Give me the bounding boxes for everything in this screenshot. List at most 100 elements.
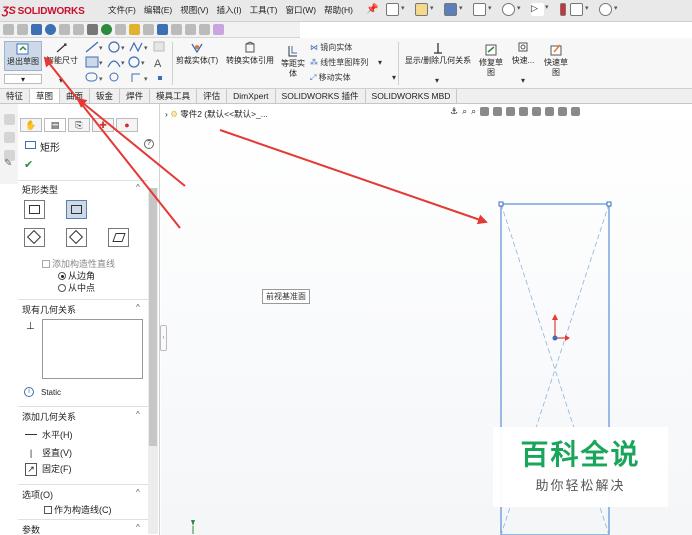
- dropdown-arrow[interactable]: ▾: [4, 74, 42, 84]
- chevron-up-icon[interactable]: ^: [136, 488, 140, 497]
- pin-icon[interactable]: 📌: [366, 4, 378, 15]
- side-icon-2[interactable]: [4, 132, 15, 143]
- scrollbar-thumb[interactable]: [149, 188, 157, 446]
- move-entities-button[interactable]: ⤢ 移动实体: [310, 72, 351, 83]
- menu-help[interactable]: 帮助(H): [320, 4, 357, 16]
- toolbar-icon-9[interactable]: [115, 24, 126, 35]
- help-icon[interactable]: ?: [144, 139, 154, 149]
- tab-features[interactable]: 特征: [0, 89, 31, 103]
- property-manager-tab-icon[interactable]: ▤: [44, 118, 66, 132]
- exit-sketch-button[interactable]: 退出草图: [4, 41, 42, 71]
- smart-dim-dropdown-icon[interactable]: ▾: [59, 76, 63, 85]
- traffic-light-icon[interactable]: [560, 3, 566, 16]
- chevron-up-icon[interactable]: ^: [136, 303, 140, 312]
- toolbar-icon-3[interactable]: [31, 24, 42, 35]
- section-view-icon[interactable]: [493, 107, 503, 116]
- tab-solidworks-addins[interactable]: SOLIDWORKS 插件: [276, 89, 366, 103]
- menu-file[interactable]: 文件(F): [104, 4, 140, 16]
- new-doc-icon[interactable]: [386, 3, 405, 16]
- display-delete-relations-button[interactable]: 显示/删除几何关系: [401, 41, 475, 75]
- horizontal-relation-button[interactable]: 水平(H): [25, 428, 73, 441]
- view-settings-monitor-icon[interactable]: [571, 107, 581, 116]
- mirror-entities-button[interactable]: ⋈ 镜向实体: [310, 42, 352, 53]
- toolbar-icon-2[interactable]: [17, 24, 28, 35]
- zoom-area-icon[interactable]: ⌕: [471, 106, 476, 117]
- from-midpoints-radio[interactable]: 从中点: [58, 281, 95, 294]
- tab-mold-tools[interactable]: 模具工具: [150, 89, 198, 103]
- toolbar-icon-8[interactable]: [101, 24, 112, 35]
- chevron-up-icon[interactable]: ^: [136, 523, 140, 532]
- side-icon-1[interactable]: [4, 114, 15, 125]
- select-cursor-icon[interactable]: ▷: [531, 3, 549, 16]
- convert-entities-button[interactable]: 转换实体引用: [222, 41, 278, 75]
- menu-window[interactable]: 窗口(W): [281, 4, 320, 16]
- toolbar-icon-12[interactable]: [157, 24, 168, 35]
- config-manager-tab-icon[interactable]: ⎘: [68, 118, 90, 132]
- tab-solidworks-mbd[interactable]: SOLIDWORKS MBD: [366, 89, 458, 103]
- toolbar-icon-1[interactable]: [3, 24, 14, 35]
- toolbar-icon-13[interactable]: [171, 24, 182, 35]
- toolbar-icon-7[interactable]: [87, 24, 98, 35]
- panel-scrollbar[interactable]: [148, 188, 158, 534]
- save-icon[interactable]: [444, 3, 463, 16]
- previous-view-icon[interactable]: [480, 107, 490, 116]
- menu-edit[interactable]: 编辑(E): [140, 4, 176, 16]
- menu-tools[interactable]: 工具(T): [246, 4, 282, 16]
- trim-entities-button[interactable]: 剪裁实体(T): [174, 41, 220, 75]
- front-plane-label[interactable]: 前视基准面: [262, 289, 310, 304]
- tab-weldments[interactable]: 焊件: [120, 89, 151, 103]
- relations-dropdown-icon[interactable]: ▾: [435, 76, 439, 85]
- toolbar-icon-4[interactable]: [45, 24, 56, 35]
- open-folder-icon[interactable]: [415, 3, 434, 16]
- panel-collapse-handle[interactable]: ›: [160, 325, 167, 351]
- print-icon[interactable]: [473, 3, 492, 16]
- toolbar-icon-14[interactable]: [185, 24, 196, 35]
- display-manager-tab-icon[interactable]: ●: [116, 118, 138, 132]
- menu-view[interactable]: 视图(V): [176, 4, 212, 16]
- tab-surfaces[interactable]: 曲面: [60, 89, 91, 103]
- move-dropdown-icon[interactable]: ▾: [392, 73, 396, 82]
- chevron-up-icon[interactable]: ^: [136, 183, 140, 192]
- display-style-icon[interactable]: [519, 107, 529, 116]
- fix-relation-button[interactable]: ↗ 固定(F): [25, 462, 72, 476]
- add-construction-checkbox[interactable]: [42, 260, 50, 268]
- toolbar-icon-11[interactable]: [143, 24, 154, 35]
- 3pt-center-rectangle-button[interactable]: [66, 228, 87, 247]
- parallelogram-button[interactable]: [108, 228, 129, 247]
- center-rectangle-button[interactable]: [66, 200, 87, 219]
- offset-entities-button[interactable]: 等距实 体: [280, 44, 306, 84]
- smart-dimension-button[interactable]: 智能尺寸: [44, 41, 80, 71]
- toolbar-icon-16[interactable]: [213, 24, 224, 35]
- linear-pattern-button[interactable]: ⁂ 线性草图阵列: [310, 57, 368, 68]
- chevron-up-icon[interactable]: ^: [136, 410, 140, 419]
- rapid-sketch-button[interactable]: 快速草 图: [540, 43, 572, 83]
- vertical-relation-button[interactable]: | 竖直(V): [25, 446, 72, 459]
- toolbar-icon-10[interactable]: [129, 24, 140, 35]
- for-construction-option[interactable]: 作为构造线(C): [44, 503, 112, 516]
- repair-sketch-button[interactable]: 修复草 图: [476, 43, 506, 83]
- hide-show-icon[interactable]: [532, 107, 542, 116]
- toolbar-icon-5[interactable]: [59, 24, 70, 35]
- edit-appearance-icon[interactable]: [545, 107, 555, 116]
- view-settings-icon[interactable]: [506, 107, 516, 116]
- from-midpoints-radio-dot[interactable]: [58, 284, 66, 292]
- zoom-to-fit-icon[interactable]: ⌕: [462, 106, 467, 117]
- apply-scene-icon[interactable]: [558, 107, 568, 116]
- dimxpert-tab-icon[interactable]: ✚: [92, 118, 114, 132]
- tab-sketch[interactable]: 草图: [30, 89, 61, 103]
- rebuild-icon[interactable]: [570, 3, 589, 16]
- quick-snaps-dropdown-icon[interactable]: ▾: [521, 76, 525, 85]
- quick-snaps-button[interactable]: 快速...: [508, 41, 538, 75]
- feature-manager-tab-icon[interactable]: ✋: [20, 118, 42, 132]
- 3pt-corner-rectangle-button[interactable]: [24, 228, 45, 247]
- view-orientation-icon[interactable]: ⚓: [450, 106, 458, 117]
- toolbar-icon-15[interactable]: [199, 24, 210, 35]
- options-gear-icon[interactable]: [599, 3, 618, 16]
- toolbar-icon-6[interactable]: [73, 24, 84, 35]
- tab-sheet-metal[interactable]: 钣金: [90, 89, 121, 103]
- ok-check-icon[interactable]: ✔: [24, 158, 33, 171]
- existing-relations-list[interactable]: [42, 319, 143, 379]
- undo-icon[interactable]: [502, 3, 521, 16]
- tab-dimxpert[interactable]: DimXpert: [227, 89, 276, 103]
- tab-evaluate[interactable]: 评估: [197, 89, 228, 103]
